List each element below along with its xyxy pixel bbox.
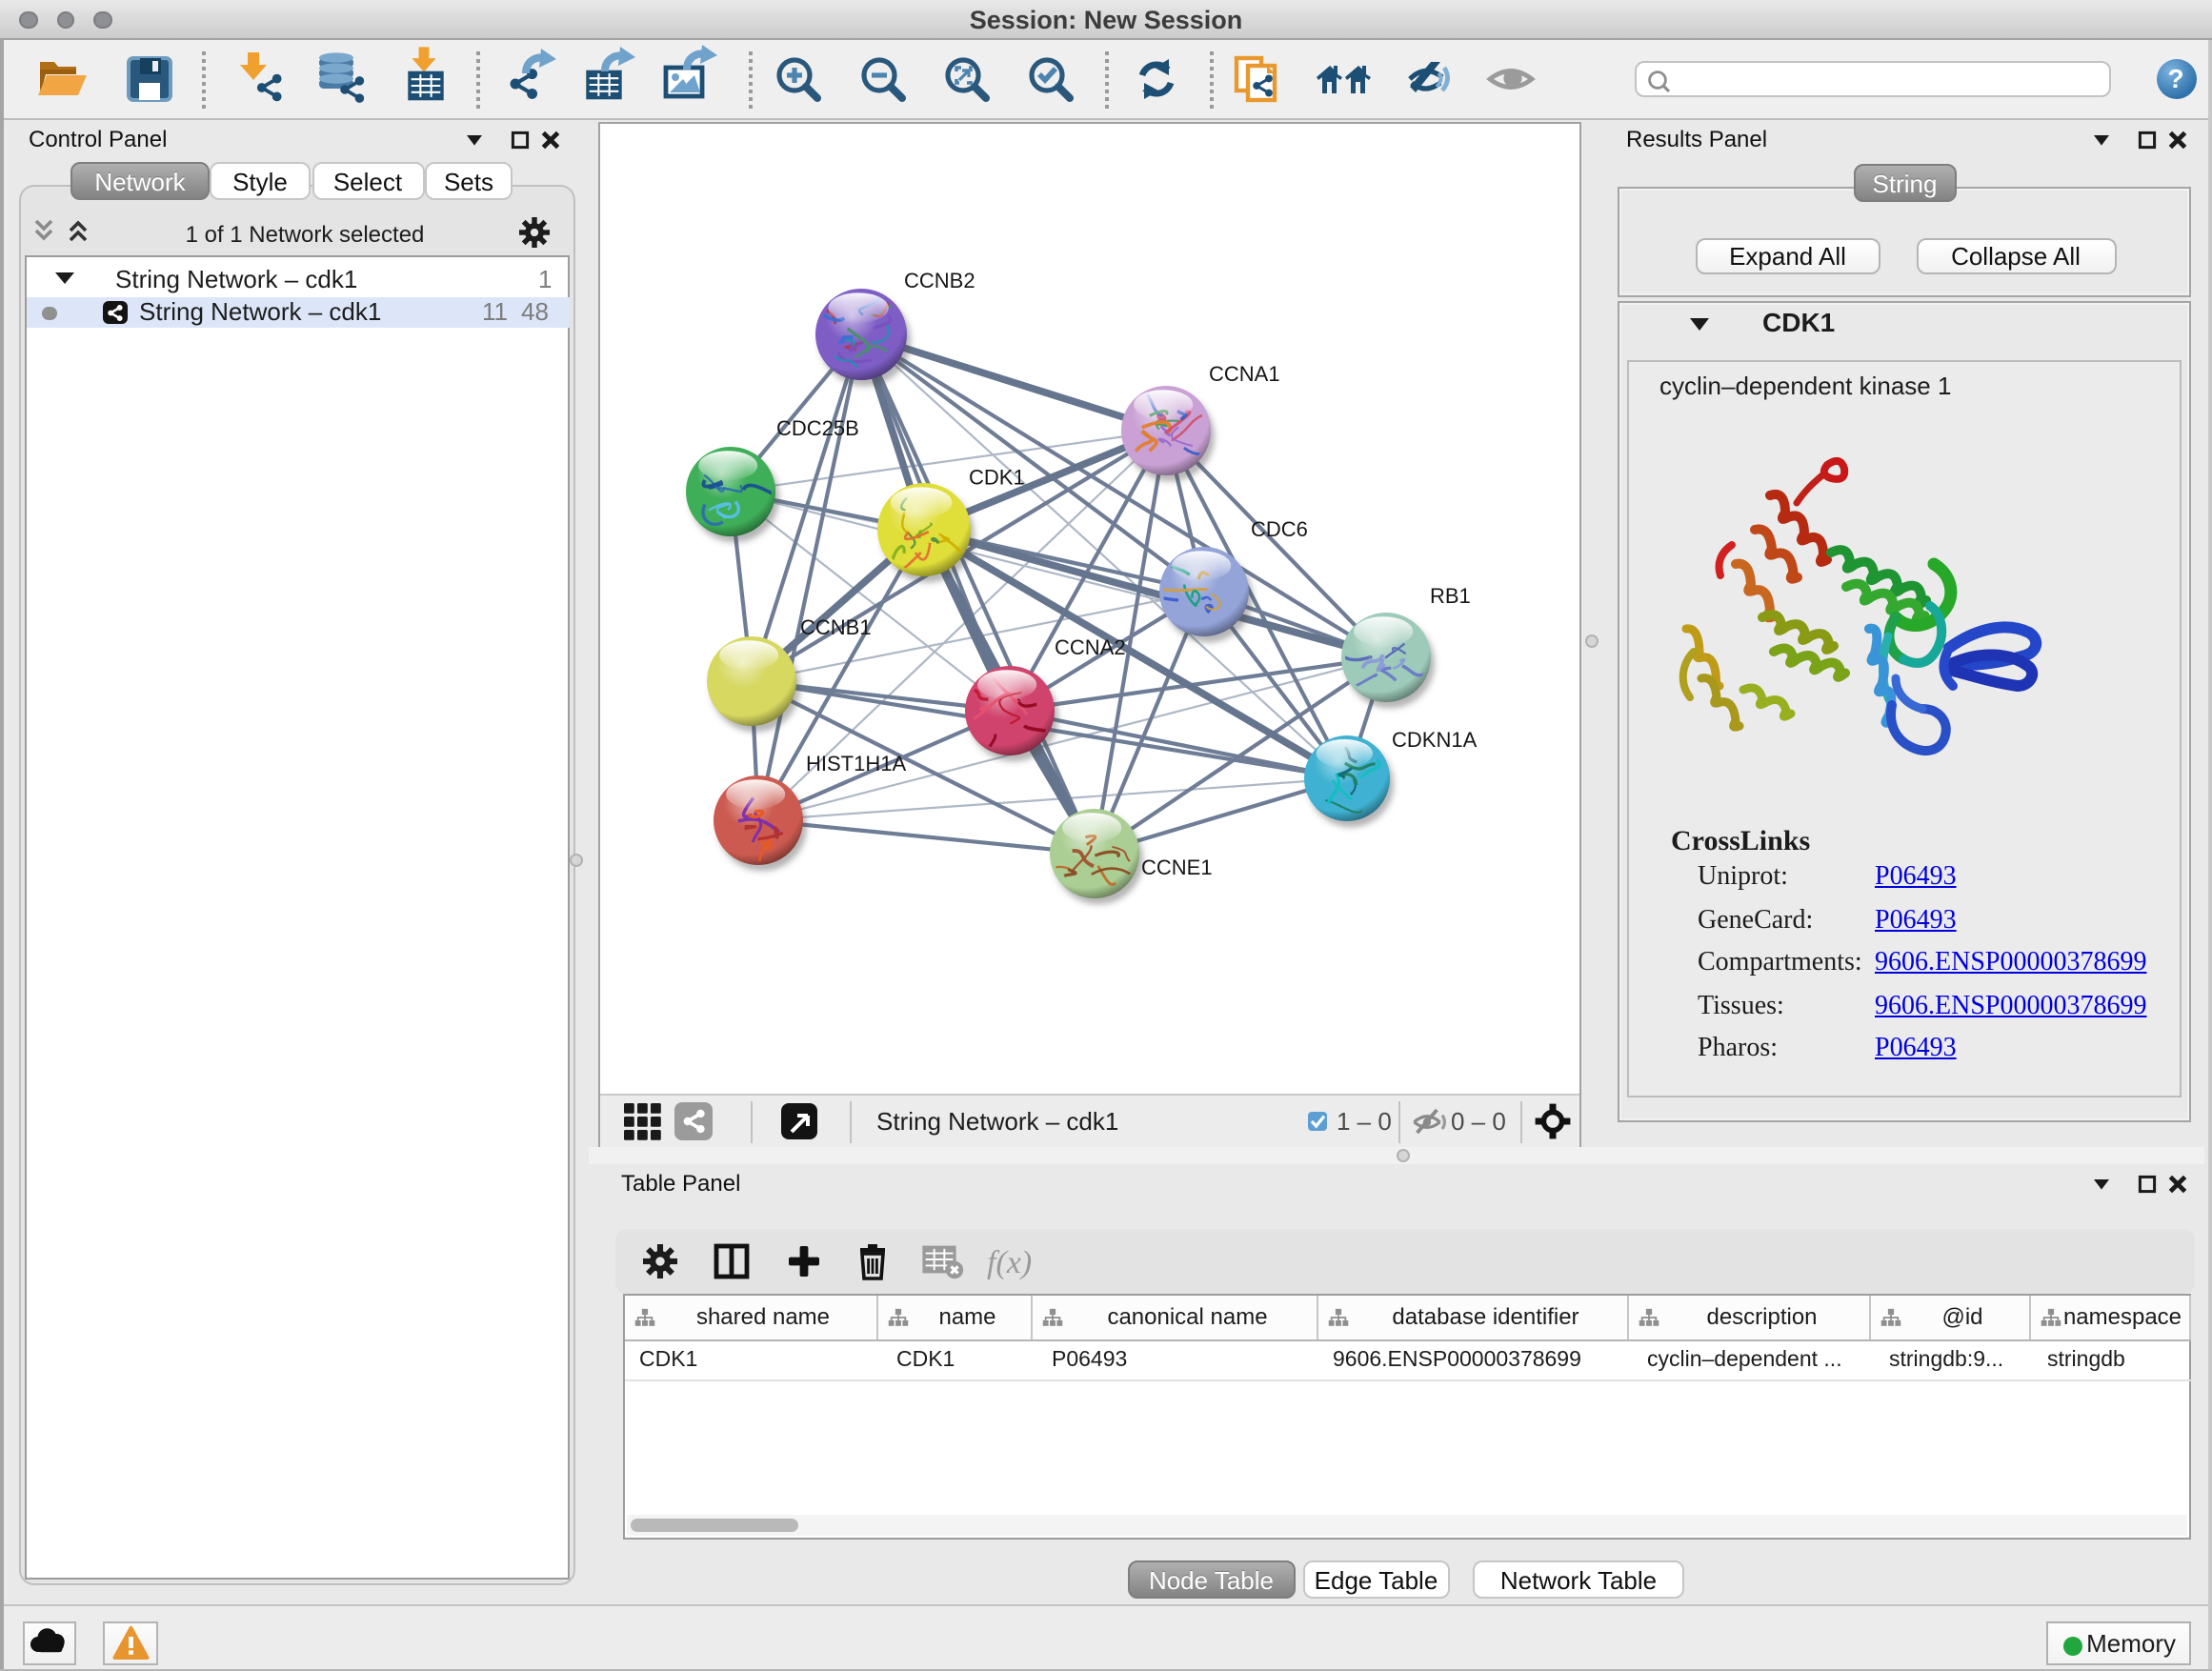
svg-text:CDC25B: CDC25B [776, 416, 859, 440]
svg-text:CDKN1A: CDKN1A [1392, 728, 1478, 752]
svg-text:CDK1: CDK1 [969, 466, 1025, 490]
svg-text:CCNA2: CCNA2 [1055, 635, 1126, 659]
svg-text:CDC6: CDC6 [1251, 517, 1308, 541]
svg-text:CCNB2: CCNB2 [904, 269, 975, 292]
svg-text:HIST1H1A: HIST1H1A [806, 752, 906, 775]
svg-text:CCNB1: CCNB1 [800, 615, 872, 639]
svg-text:CCNE1: CCNE1 [1141, 856, 1213, 879]
svg-text:f(x): f(x) [986, 1244, 1031, 1279]
svg-text:RB1: RB1 [1430, 584, 1471, 608]
svg-text:CCNA1: CCNA1 [1209, 362, 1280, 386]
